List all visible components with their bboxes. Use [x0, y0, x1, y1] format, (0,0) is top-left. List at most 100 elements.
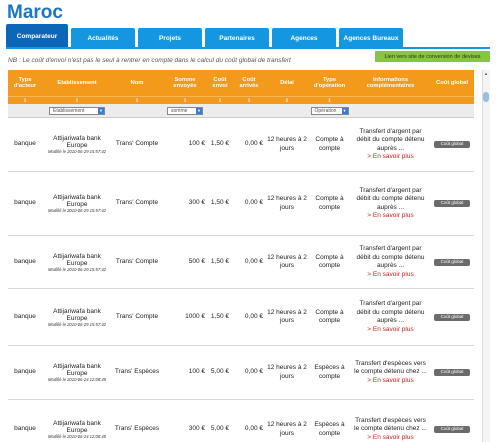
tab-partenaires[interactable]: Partenaires	[205, 28, 269, 48]
en-savoir-plus-link[interactable]: > En savoir plus	[367, 434, 413, 442]
cell-type-acteur: banque	[14, 140, 36, 148]
cell-cout-global: Coût global	[430, 172, 474, 235]
cell-type-acteur: banque	[14, 312, 36, 320]
info-text: Transfert d'argent par débit du compte d…	[356, 127, 425, 152]
sort-type-operation[interactable]: ⇕	[308, 97, 351, 104]
en-savoir-plus-link[interactable]: > En savoir plus	[367, 377, 413, 386]
etablissement-select[interactable]: Etablissement ▼	[49, 106, 105, 115]
sort-placeholder-info	[351, 97, 430, 104]
cell-cout-global: Coût global	[430, 236, 474, 288]
sort-type-acteur[interactable]: ⇕	[8, 97, 42, 104]
cell-cout-arrivee: 0,00 €	[244, 368, 263, 376]
modified-date: Modifié le 2010-06-29 15:57:42	[48, 149, 106, 154]
chevron-down-icon: ▼	[196, 107, 202, 114]
modified-date: Modifié le 2010-06-24 12:08:45	[48, 434, 106, 439]
cell-somme: 300 €	[188, 425, 205, 433]
cell-type-acteur: banque	[14, 199, 36, 207]
tab-projets[interactable]: Projets	[138, 28, 202, 48]
info-text: Transfert d'argent par débit du compte d…	[356, 186, 425, 211]
cell-etablissement: Attijariwafa bank Europe Modifié le 2010-…	[42, 289, 112, 345]
sort-cout-arrivee[interactable]: ⇕	[232, 97, 266, 104]
cell-type-operation: Compte à compte	[315, 136, 344, 152]
cell-etablissement: Attijariwafa bank Europe Modifié le 2010-…	[42, 346, 112, 399]
table-header: Type d'acteur Etablissement Nom Somme en…	[8, 70, 474, 96]
cout-global-button[interactable]: Coût global	[434, 426, 470, 433]
currency-conversion-link[interactable]: Lien vers site de conversion de devises	[375, 51, 490, 62]
cell-delai: 12 heures à 2 jours	[267, 136, 307, 152]
cout-global-button[interactable]: Coût global	[434, 141, 470, 148]
en-savoir-plus-link[interactable]: > En savoir plus	[367, 271, 413, 280]
info-text: Transfert d'espèces vers le compte déten…	[354, 416, 427, 433]
page-title: Maroc	[7, 2, 63, 23]
cell-informations: Transfert d'espèces vers le compte déten…	[351, 400, 430, 442]
etablissement-name: Attijariwafa bank Europe	[53, 363, 101, 377]
scroll-up-arrow-icon[interactable]: ▲	[483, 71, 489, 77]
cell-cout-global: Coût global	[430, 289, 474, 345]
sort-somme[interactable]: ⇕	[162, 97, 208, 104]
header-type-acteur: Type d'acteur	[13, 76, 37, 90]
table-row: banque Attijariwafa bank Europe Modifié le…	[8, 346, 474, 400]
header-nom: Nom	[130, 79, 144, 86]
info-text: Transfert d'argent par débit du compte d…	[356, 300, 425, 324]
cell-somme: 500 €	[188, 257, 205, 265]
cell-cout-envoi: 1,50 €	[210, 199, 229, 207]
cell-type-acteur: banque	[14, 368, 36, 376]
cout-global-button[interactable]: Coût global	[434, 369, 470, 376]
cell-informations: Transfert d'argent par débit du compte d…	[351, 172, 430, 235]
cell-informations: Transfert d'espèces vers le compte déten…	[351, 346, 430, 399]
cell-etablissement: Attijariwafa bank Europe Modifié le 2010-…	[42, 172, 112, 235]
tab-actualites[interactable]: Actualités	[71, 28, 135, 48]
header-type-operation: Type d'opération	[313, 76, 346, 90]
cell-somme: 100 €	[188, 368, 205, 376]
header-delai: Délai	[280, 79, 294, 86]
info-text: Transfert d'espèces vers le compte déten…	[354, 359, 427, 376]
modified-date: Modifié le 2010-06-24 12:08:45	[48, 377, 106, 382]
sort-delai[interactable]: ⇕	[266, 97, 308, 104]
scrollbar-thumb[interactable]	[483, 92, 489, 102]
cell-cout-arrivee: 0,00 €	[244, 140, 263, 148]
cell-informations: Transfert d'argent par débit du compte d…	[351, 236, 430, 288]
etablissement-name: Attijariwafa bank Europe	[53, 420, 101, 434]
header-cout-arrivee: Coût arrivée	[239, 76, 259, 90]
table-row: banque Attijariwafa bank Europe Modifié le…	[8, 289, 474, 346]
header-informations: Informations complémentaires	[366, 76, 415, 90]
cell-delai: 12 heures à 2 jours	[267, 308, 307, 325]
etablissement-name: Attijariwafa bank Europe	[53, 194, 101, 208]
chevron-down-icon: ▼	[341, 107, 348, 114]
somme-select[interactable]: somme ▼	[167, 106, 203, 115]
cell-delai: 12 heures à 2 jours	[267, 195, 307, 211]
cell-type-operation: Compte à compte	[315, 195, 344, 211]
header-somme: Somme envoyée	[173, 76, 197, 90]
operation-select[interactable]: Opération ▼	[310, 106, 349, 115]
sort-cout-envoi[interactable]: ⇕	[208, 97, 232, 104]
cell-cout-global: Coût global	[430, 118, 474, 171]
en-savoir-plus-link[interactable]: > En savoir plus	[367, 212, 413, 221]
cell-etablissement: Attijariwafa bank Europe Modifié le 2010-…	[42, 118, 112, 171]
table-row: banque Attijariwafa bank Europe Modifié le…	[8, 400, 474, 442]
cell-informations: Transfert d'argent par débit du compte d…	[351, 289, 430, 345]
cell-type-operation: Compte à compte	[315, 253, 344, 270]
en-savoir-plus-link[interactable]: > En savoir plus	[367, 326, 413, 335]
cell-type-acteur: banque	[14, 257, 36, 265]
cell-cout-global: Coût global	[430, 346, 474, 399]
tab-agences-bureaux[interactable]: Agences Bureaux	[339, 28, 403, 48]
cout-global-button[interactable]: Coût global	[434, 258, 470, 266]
modified-date: Modifié le 2010-06-29 15:57:42	[48, 321, 106, 327]
cell-cout-arrivee: 0,00 €	[244, 312, 263, 320]
tab-comparateur[interactable]: Comparateur	[6, 24, 68, 48]
cell-nom: Trans' Compte	[115, 199, 159, 207]
sort-nom[interactable]: ⇕	[112, 97, 162, 104]
cell-cout-arrivee: 0,00 €	[244, 257, 263, 265]
cost-note: NB : Le coût d'envoi n'est pas le seul à…	[8, 57, 291, 64]
scrollbar[interactable]	[482, 70, 490, 442]
sort-etablissement[interactable]: ⇕	[42, 97, 112, 104]
cout-global-button[interactable]: Coût global	[434, 313, 470, 321]
cout-global-button[interactable]: Coût global	[434, 200, 470, 207]
chevron-down-icon: ▼	[98, 107, 104, 114]
cell-somme: 1000 €	[185, 312, 205, 320]
tab-agences[interactable]: Agences	[272, 28, 336, 48]
en-savoir-plus-link[interactable]: > En savoir plus	[367, 153, 413, 162]
header-cout-envoi: Coût envoi	[212, 76, 228, 90]
modified-date: Modifié le 2010-06-29 15:57:42	[48, 208, 106, 213]
cell-etablissement: Attijariwafa bank Europe Modifié le 2010-…	[42, 236, 112, 288]
